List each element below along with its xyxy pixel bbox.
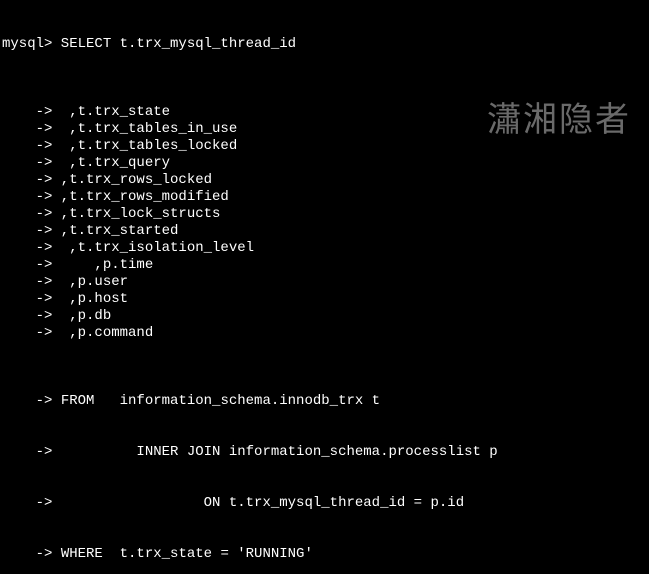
sql-first-line: mysql> SELECT t.trx_mysql_thread_id [2, 36, 649, 53]
sql-where: -> WHERE t.trx_state = 'RUNNING' [2, 546, 649, 563]
sql-column-line: -> ,p.time [2, 257, 649, 274]
sql-column-line: -> ,t.trx_started [2, 223, 649, 240]
sql-join: -> INNER JOIN information_schema.process… [2, 444, 649, 461]
sql-column-line: -> ,t.trx_rows_modified [2, 189, 649, 206]
sql-column-line: -> ,t.trx_query [2, 155, 649, 172]
terminal-output: mysql> SELECT t.trx_mysql_thread_id -> ,… [0, 0, 649, 574]
sql-column-line: -> ,t.trx_isolation_level [2, 240, 649, 257]
sql-on: -> ON t.trx_mysql_thread_id = p.id [2, 495, 649, 512]
sql-column-line: -> ,p.user [2, 274, 649, 291]
sql-column-line: -> ,p.command [2, 325, 649, 342]
sql-column-line: -> ,p.host [2, 291, 649, 308]
sql-column-line: -> ,t.trx_tables_in_use [2, 121, 649, 138]
sql-from: -> FROM information_schema.innodb_trx t [2, 393, 649, 410]
sql-column-line: -> ,p.db [2, 308, 649, 325]
sql-column-line: -> ,t.trx_lock_structs [2, 206, 649, 223]
sql-column-line: -> ,t.trx_rows_locked [2, 172, 649, 189]
sql-column-line: -> ,t.trx_state [2, 104, 649, 121]
sql-column-line: -> ,t.trx_tables_locked [2, 138, 649, 155]
